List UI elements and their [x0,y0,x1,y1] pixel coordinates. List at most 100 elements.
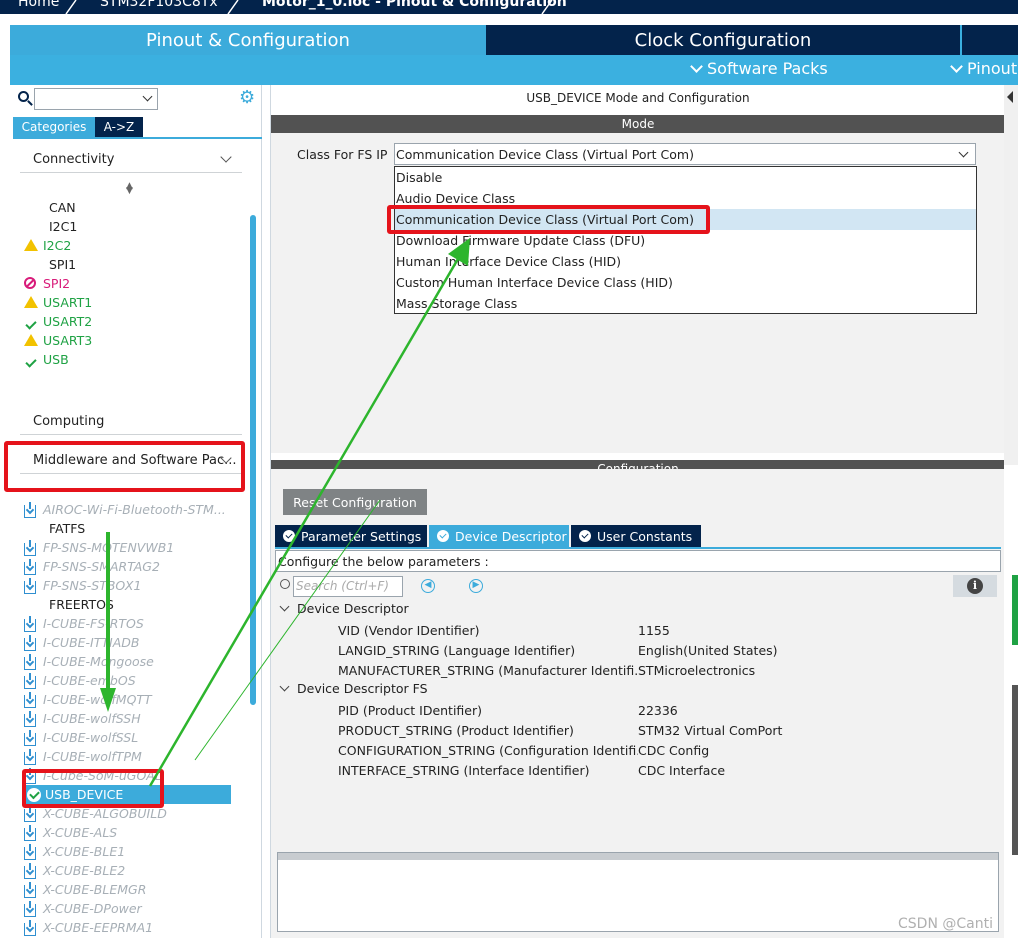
collapse-icon[interactable] [1007,91,1013,103]
parameter-value[interactable]: CDC Config [638,743,709,758]
section-connectivity[interactable]: Connectivity [20,147,242,173]
class-option[interactable]: Disable [395,167,976,188]
breadcrumb-separator-icon [65,0,77,14]
breadcrumb-mcu[interactable]: STM32F103C8Tx [100,0,218,10]
sidebar-item-middleware[interactable]: I-CUBE-wolfSSL [24,728,138,747]
sidebar-item-spi2[interactable]: SPI2 [24,274,70,293]
sidebar-item-middleware[interactable]: I-CUBE-wolfSSH [24,709,141,728]
main-tab-bar: Pinout & Configuration Clock Configurati… [10,25,1018,85]
sidebar-item-label: X-CUBE-EEPRMA1 [43,920,154,935]
sidebar-item-middleware[interactable]: FP-SNS-MOTENVWB1 [24,538,174,557]
blank-icon [24,220,40,234]
parameter-value[interactable]: STMicroelectronics [638,663,755,678]
check-circle-icon [283,530,295,542]
parameter-row[interactable]: LANGID_STRING (Language Identifier) Engli… [338,640,798,660]
download-icon [24,729,36,746]
sidebar-item-label: FATFS [49,521,86,536]
sidebar-item-label: X-CUBE-ALS [43,825,118,840]
tab-more[interactable] [962,25,1018,55]
category-search-input[interactable] [34,88,158,110]
sidebar-item-middleware[interactable]: X-CUBE-BLEMGR [24,880,146,899]
breadcrumb-home[interactable]: Home [18,0,59,10]
parameter-key: VID (Vendor IDentifier) [338,622,480,638]
tab-parameter-settings[interactable]: Parameter Settings [275,525,427,547]
sidebar-item-can[interactable]: CAN [24,198,76,217]
download-icon [24,653,36,670]
sidebar-item-middleware[interactable]: AIROC-Wi-Fi-Bluetooth-STM... [24,500,226,519]
sidebar-item-middleware[interactable]: X-CUBE-EEPRMA1 [24,918,153,937]
software-packs-menu[interactable]: Software Packs [690,59,828,78]
info-button[interactable]: i [953,575,997,597]
sort-icon[interactable]: ▲ ▼ [126,182,133,196]
sidebar-item-spi1[interactable]: SPI1 [24,255,76,274]
scrollbar[interactable] [250,215,256,705]
tab-pinout-configuration[interactable]: Pinout & Configuration [10,25,486,55]
disabled-icon [24,276,36,289]
sidebar-item-middleware[interactable]: I-CUBE-FS-RTOS [24,614,144,633]
chevron-down-icon[interactable] [279,681,290,692]
parameter-value[interactable]: English(United States) [638,643,778,658]
sidebar-item-usb[interactable]: USB [24,350,69,369]
tab-clock-configuration[interactable]: Clock Configuration [486,25,960,55]
chevron-down-icon[interactable] [279,601,290,612]
parameter-value[interactable]: 22336 [638,703,678,718]
sidebar-item-middleware[interactable]: FP-SNS-SMARTAG2 [24,557,160,576]
sidebar-item-middleware[interactable]: I-CUBE-ITTIADB [24,633,139,652]
tab-device-descriptor[interactable]: Device Descriptor [429,525,569,547]
sidebar-item-middleware[interactable]: X-CUBE-ALS [24,823,117,842]
sidebar-item-i2c1[interactable]: I2C1 [24,217,77,236]
tab-user-constants[interactable]: User Constants [571,525,701,547]
download-icon [24,577,40,594]
class-option[interactable]: Custom Human Interface Device Class (HID… [395,272,976,293]
sidebar-item-middleware[interactable]: X-CUBE-DPower [24,899,142,918]
tab-categories[interactable]: Categories [13,117,95,137]
download-icon [24,558,40,575]
sidebar-item-i2c2[interactable]: I2C2 [24,236,71,255]
annotation-box-usb-device [22,769,164,808]
sidebar-item-middleware[interactable]: FREERTOS [24,595,114,614]
gear-icon[interactable]: ⚙ [239,89,257,107]
search-next-icon[interactable]: ▶ [469,579,483,593]
sidebar-item-label: X-CUBE-BLE1 [43,844,126,859]
chevron-down-icon[interactable] [142,91,153,102]
class-fs-select[interactable]: Communication Device Class (Virtual Port… [394,143,976,165]
parameter-group[interactable]: Device Descriptor [279,601,409,616]
sidebar-item-usart1[interactable]: USART1 [24,293,92,312]
section-computing[interactable]: Computing [20,409,300,435]
search-previous-icon[interactable]: ◀ [421,579,435,593]
breadcrumb-project[interactable]: Motor_1_0.ioc - Pinout & Configuration [262,0,567,10]
sidebar-item-label: FP-SNS-STBOX1 [43,578,142,593]
reset-configuration-button[interactable]: Reset Configuration [283,489,427,515]
sidebar-item-middleware[interactable]: I-CUBE-embOS [24,671,136,690]
parameter-value[interactable]: CDC Interface [638,763,725,778]
parameter-row[interactable]: PID (Product IDentifier) 22336 [338,700,798,720]
class-option[interactable]: Mass Storage Class [395,293,976,314]
parameter-search-input[interactable]: Search (Ctrl+F) [293,576,403,597]
parameter-group[interactable]: Device Descriptor FS [279,681,428,696]
sidebar-item-middleware[interactable]: FP-SNS-STBOX1 [24,576,141,595]
sidebar-item-label: I-CUBE-wolfTPM [43,749,142,764]
parameter-row[interactable]: PRODUCT_STRING (Product Identifier) STM32… [338,720,798,740]
sidebar-item-middleware[interactable]: X-CUBE-BLE2 [24,861,125,880]
download-icon [24,805,36,822]
parameter-row[interactable]: VID (Vendor IDentifier) 1155 [338,620,798,640]
parameter-row[interactable]: INTERFACE_STRING (Interface Identifier) C… [338,760,798,780]
check-icon [25,355,37,368]
sidebar-item-middleware[interactable]: FATFS [24,519,85,538]
sidebar-item-usart3[interactable]: USART3 [24,331,92,350]
sidebar-item-middleware[interactable]: I-CUBE-wolfMQTT [24,690,152,709]
class-option[interactable]: Human Interface Device Class (HID) [395,251,976,272]
tab-a-to-z[interactable]: A->Z [95,117,143,137]
sidebar-item-middleware[interactable]: I-CUBE-Mongoose [24,652,154,671]
warning-icon [24,333,40,348]
sidebar-item-usart2[interactable]: USART2 [24,312,92,331]
parameter-row[interactable]: CONFIGURATION_STRING (Configuration Iden… [338,740,798,760]
search-icon [18,91,29,102]
parameter-key: LANGID_STRING (Language Identifier) [338,642,576,658]
parameter-value[interactable]: STM32 Virtual ComPort [638,723,782,738]
parameter-row[interactable]: MANUFACTURER_STRING (Manufacturer Identi… [338,660,798,680]
sidebar-item-middleware[interactable]: X-CUBE-BLE1 [24,842,125,861]
pinout-menu[interactable]: Pinout [950,59,1017,78]
parameter-value[interactable]: 1155 [638,623,670,638]
sidebar-item-middleware[interactable]: I-CUBE-wolfTPM [24,747,142,766]
